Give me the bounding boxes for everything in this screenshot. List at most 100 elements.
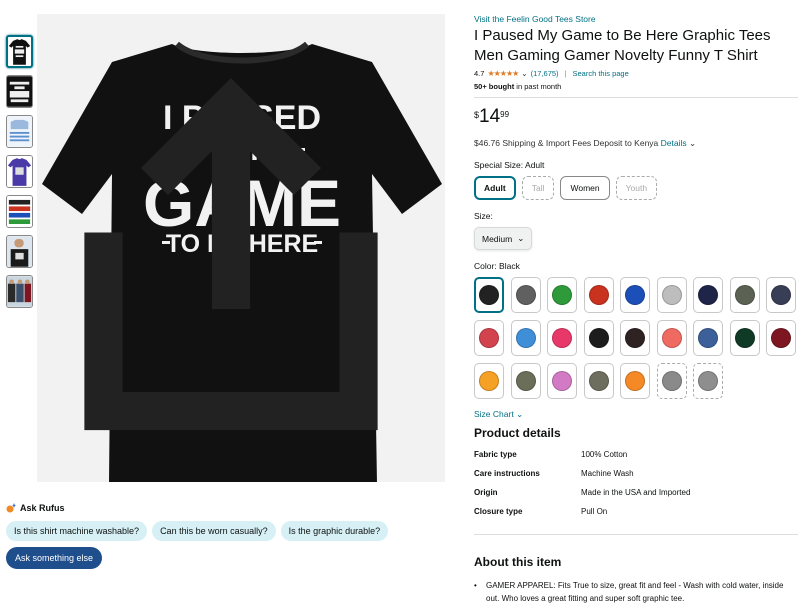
divider [474, 97, 798, 98]
color-swatch-dot [661, 328, 682, 348]
product-detail-row: Fabric type 100% Cotton [474, 450, 798, 469]
size-label: Size: [474, 211, 493, 221]
color-swatch[interactable] [729, 320, 760, 356]
color-swatch-dot [771, 328, 791, 348]
color-swatch[interactable] [510, 320, 541, 356]
color-swatch[interactable] [620, 277, 650, 313]
color-swatch[interactable] [474, 277, 504, 313]
product-detail-value: 100% Cotton [581, 450, 628, 459]
size-dropdown[interactable]: Medium ⌄ [474, 227, 533, 250]
color-swatch[interactable] [620, 320, 650, 356]
color-swatch[interactable] [583, 320, 614, 356]
product-detail-row: Closure type Pull On [474, 507, 798, 526]
product-detail-value: Made in the USA and Imported [581, 488, 691, 497]
color-swatch-dot [552, 371, 572, 391]
product-details-table: Fabric type 100% Cotton Care instructions M… [474, 450, 798, 526]
bought-in-past-month: 50+ bought in past month [474, 82, 562, 91]
color-swatch[interactable] [510, 363, 541, 399]
special-size-adult-button[interactable]: Adult [474, 176, 516, 200]
star-rating-icon[interactable]: ★★★★★ [487, 69, 519, 78]
rufus-question-chip[interactable]: Is this shirt machine washable? [6, 521, 148, 541]
color-label: Color: Black [474, 261, 520, 271]
color-swatch-dot [552, 328, 572, 348]
divider: | [564, 69, 567, 78]
chevron-down-icon[interactable]: ⌄ [689, 138, 696, 148]
color-swatch-dot [515, 285, 536, 305]
color-swatch[interactable] [656, 277, 687, 313]
color-swatch-dot [698, 328, 718, 348]
main-product-image[interactable]: I PAUSED MY GAME TO BE HERE [37, 14, 445, 482]
color-swatch-dot [698, 371, 718, 391]
rufus-header: Ask Rufus [6, 503, 388, 513]
about-this-item-heading: About this item [474, 555, 562, 569]
color-swatch-dot [479, 285, 499, 305]
color-swatch[interactable] [766, 277, 796, 313]
color-swatch-dot [625, 328, 645, 348]
color-swatch-dot [734, 285, 755, 305]
product-title: I Paused My Game to Be Here Graphic Tees… [474, 27, 771, 64]
color-swatch[interactable] [547, 363, 577, 399]
color-swatch-dot [479, 328, 499, 348]
product-info-panel: Visit the Feelin Good Tees Store I Pause… [474, 14, 798, 605]
color-swatch-dot [552, 285, 572, 305]
color-swatch-dot [661, 285, 682, 305]
rating-count-link[interactable]: (17,675) [531, 69, 559, 78]
chevron-down-icon[interactable]: ⌄ [521, 69, 527, 78]
product-detail-row: Origin Made in the USA and Imported [474, 488, 798, 507]
special-size-youth-button[interactable]: Youth [615, 176, 658, 200]
color-swatch[interactable] [547, 277, 577, 313]
rufus-question-chip[interactable]: Can this be worn casually? [152, 521, 276, 541]
product-detail-key: Closure type [474, 507, 523, 516]
color-swatch-dot [661, 371, 682, 391]
color-swatch[interactable] [474, 363, 504, 399]
chevron-down-icon: ⌄ [517, 233, 525, 243]
special-size-women-button[interactable]: Women [560, 176, 610, 200]
color-swatch-dot [479, 371, 499, 391]
price: $ 14 99 [474, 106, 510, 127]
store-link[interactable]: Visit the Feelin Good Tees Store [474, 14, 798, 24]
color-swatch-dot [625, 285, 645, 305]
color-swatch-dot [625, 371, 645, 391]
rating-row: 4.7 ★★★★★ ⌄ (17,675) | Search this page [474, 69, 798, 78]
size-chart-link[interactable]: Size Chart ⌄ [474, 409, 798, 420]
rufus-panel: Ask Rufus Is this shirt machine washable… [6, 503, 389, 569]
product-detail-row: Care instructions Machine Wash [474, 469, 798, 488]
color-swatch[interactable] [474, 320, 504, 356]
color-swatch-dot [515, 371, 536, 391]
product-detail-key: Care instructions [474, 469, 540, 478]
product-detail-value: Machine Wash [581, 469, 634, 478]
rufus-sparkle-icon [6, 503, 16, 513]
search-this-page-link[interactable]: Search this page [572, 69, 628, 78]
special-size-tall-button[interactable]: Tall [521, 176, 555, 200]
color-swatch-dot [588, 328, 609, 348]
color-swatch[interactable] [693, 320, 723, 356]
color-swatch[interactable] [656, 320, 687, 356]
color-swatch[interactable] [583, 277, 614, 313]
rufus-question-chip[interactable]: Is the graphic durable? [280, 521, 389, 541]
color-swatch[interactable] [583, 363, 614, 399]
color-swatch[interactable] [547, 320, 577, 356]
rufus-title: Ask Rufus [20, 503, 65, 513]
color-swatch-dot [698, 285, 718, 305]
color-swatch[interactable] [656, 363, 687, 399]
color-swatch[interactable] [620, 363, 650, 399]
color-swatch-grid [474, 277, 798, 399]
product-detail-key: Origin [474, 488, 498, 497]
shipping-details-link[interactable]: Details [661, 138, 687, 148]
color-swatch-dot [734, 328, 755, 348]
chevron-down-icon: ⌄ [516, 409, 524, 419]
color-swatch[interactable] [693, 277, 723, 313]
color-swatch-dot [515, 328, 536, 348]
color-swatch-dot [588, 285, 609, 305]
color-swatch[interactable] [510, 277, 541, 313]
shipping-info: $46.76 Shipping & Import Fees Deposit to… [474, 138, 697, 148]
special-size-label: Special Size: Adult [474, 160, 545, 170]
color-swatch[interactable] [693, 363, 723, 399]
ask-something-else-button[interactable]: Ask something else [6, 547, 103, 569]
share-icon[interactable] [27, 24, 435, 492]
product-detail-value: Pull On [581, 507, 608, 516]
size-dropdown-value: Medium [482, 233, 513, 244]
color-swatch[interactable] [729, 277, 760, 313]
color-swatch[interactable] [766, 320, 796, 356]
product-details-heading: Product details [474, 426, 561, 440]
